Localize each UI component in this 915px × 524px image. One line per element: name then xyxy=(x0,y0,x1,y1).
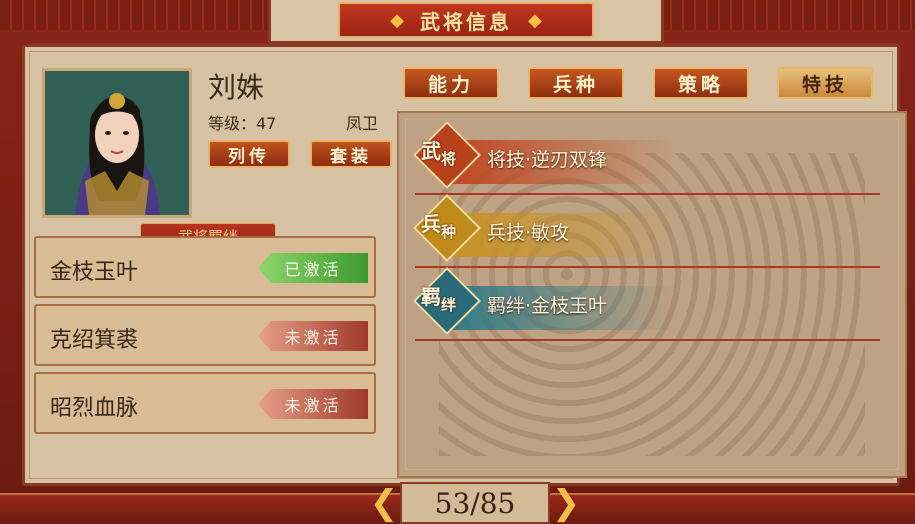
bond-status-badge: 已激活 xyxy=(258,253,368,283)
skill-badge-text: 兵种 xyxy=(421,208,481,242)
skill-badge-text: 羁绊 xyxy=(421,281,481,315)
general-name: 刘姝 xyxy=(208,71,265,104)
bond-row-3[interactable]: 昭烈血脉 未激活 xyxy=(34,372,376,434)
skill-name: 兵技·敏攻 xyxy=(487,222,570,244)
skill-badge-main: 羁 xyxy=(421,285,441,309)
skill-badge-main: 兵 xyxy=(421,212,441,236)
bond-row-1[interactable]: 金枝玉叶 已激活 xyxy=(34,236,376,298)
page-indicator: 53/85 xyxy=(400,482,550,524)
skill-badge-sub: 将 xyxy=(441,150,457,168)
bond-label: 克绍箕裘 xyxy=(50,328,139,353)
tab-troop-type[interactable]: 兵种 xyxy=(528,67,624,99)
skill-badge-text: 武将 xyxy=(421,135,481,169)
previous-general-icon[interactable]: ❮ xyxy=(370,483,399,523)
bond-row-2[interactable]: 克绍箕裘 未激活 xyxy=(34,304,376,366)
general-portrait xyxy=(42,68,192,218)
skill-row-bond[interactable]: 羁绊 羁绊·金枝玉叶 xyxy=(413,267,880,341)
skill-badge-sub: 绊 xyxy=(441,296,457,314)
biography-button[interactable]: 列传 xyxy=(208,140,290,168)
title-right-ornament-icon: ◆ xyxy=(528,9,542,31)
bond-status-badge: 未激活 xyxy=(258,321,368,351)
skill-row-troop[interactable]: 兵种 兵技·敏攻 xyxy=(413,194,880,268)
equipment-set-button[interactable]: 套装 xyxy=(310,140,392,168)
general-info-column: 刘姝 等级：47 凤卫 列传 套装 武将羁绊 金枝玉叶 已激活 克绍箕裘 未激活… xyxy=(28,52,392,477)
skill-badge-main: 武 xyxy=(421,139,441,163)
tab-special-skill[interactable]: 特技 xyxy=(777,67,873,99)
tab-strategy[interactable]: 策略 xyxy=(653,67,749,99)
skill-name: 羁绊·金枝玉叶 xyxy=(487,295,608,317)
bond-label: 昭烈血脉 xyxy=(50,396,139,421)
next-general-icon[interactable]: ❯ xyxy=(552,483,581,523)
title-left-ornament-icon: ◆ xyxy=(390,9,404,31)
page-title: 武将信息 xyxy=(420,9,512,34)
skill-badge-sub: 种 xyxy=(441,223,457,241)
title-plate: ◆ 武将信息 ◆ xyxy=(338,2,594,38)
skill-row-general[interactable]: 武将 将技·逆刃双锋 xyxy=(413,121,880,195)
skill-name: 将技·逆刃双锋 xyxy=(487,149,608,171)
general-pager: ❮ 53/85 ❯ xyxy=(370,482,580,524)
bond-label: 金枝玉叶 xyxy=(50,260,139,285)
bond-status-badge: 未激活 xyxy=(258,389,368,419)
general-rank: 凤卫 xyxy=(346,114,379,133)
tab-ability[interactable]: 能力 xyxy=(403,67,499,99)
general-level: 等级：47 xyxy=(208,114,277,133)
